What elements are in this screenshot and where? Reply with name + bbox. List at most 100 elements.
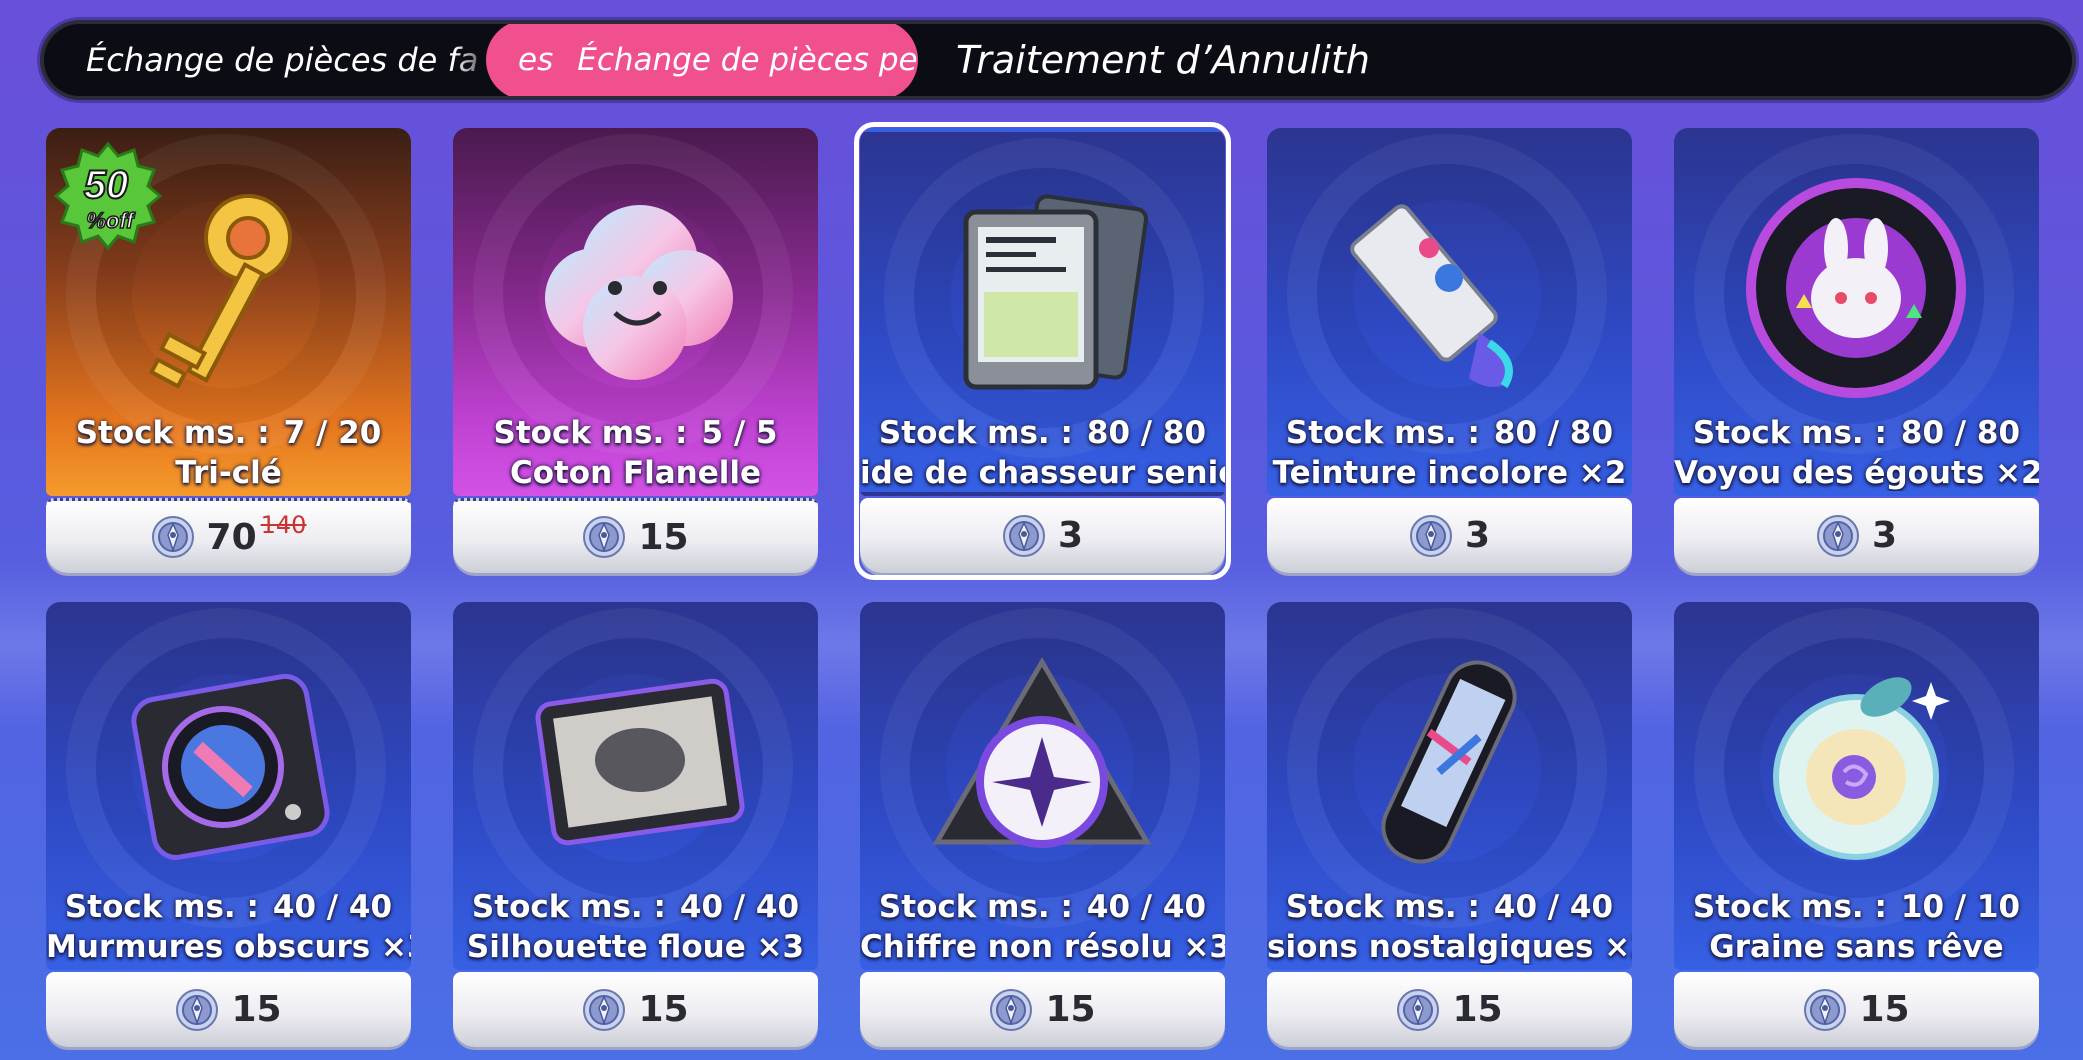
stock-prefix: Stock ms. :: [64, 889, 259, 925]
currency-coin-icon: [989, 988, 1033, 1032]
currency-coin-icon: [1396, 988, 1440, 1032]
stock-count: 40 / 40: [1086, 889, 1207, 925]
currency-coin-icon: [1409, 514, 1453, 558]
stock-label: Stock ms. : 80 / 80: [1674, 415, 2039, 451]
stock-count: 80 / 80: [1900, 415, 2021, 451]
currency-coin-icon: [1002, 514, 1046, 558]
item-name: Voyou des égouts ×2: [1674, 455, 2039, 491]
stock-prefix: Stock ms. :: [75, 415, 270, 451]
item-name: ide de chasseur senior: [860, 455, 1225, 491]
tab-label-tail: es: [518, 42, 554, 78]
tab-label: Traitement d’Annulith: [956, 38, 1371, 82]
tab-exchange-fa[interactable]: Échange de pièces de fa: [86, 24, 496, 96]
stock-label: Stock ms. : 5 / 5: [453, 415, 818, 451]
stock-label: Stock ms. : 40 / 40: [453, 889, 818, 925]
tab-label: Échange de pièces de fa: [86, 41, 479, 79]
paint-tube-icon: [1329, 168, 1569, 408]
currency-coin-icon: [582, 988, 626, 1032]
stock-count: 40 / 40: [1493, 889, 1614, 925]
shop-item-card[interactable]: Stock ms. : 5 / 5 Coton Flanelle 15: [453, 128, 818, 573]
stock-label: Stock ms. : 80 / 80: [1267, 415, 1632, 451]
price-value: 15: [1859, 989, 1910, 1030]
currency-coin-icon: [1803, 988, 1847, 1032]
tab-fragment-left[interactable]: [44, 24, 72, 96]
item-name: Tri-clé: [175, 455, 282, 491]
tab-label: Échange de pièces pers: [577, 42, 918, 78]
currency-coin-icon: [1816, 514, 1860, 558]
stock-count: 5 / 5: [701, 415, 778, 451]
item-name: Graine sans rêve: [1709, 929, 2004, 965]
price-value: 15: [231, 989, 282, 1030]
price-button[interactable]: 70 140: [46, 498, 411, 573]
stock-prefix: Stock ms. :: [471, 889, 666, 925]
shop-item-card[interactable]: Stock ms. : 40 / 40 Silhouette floue ×3 15: [453, 602, 818, 1047]
stock-prefix: Stock ms. :: [878, 415, 1073, 451]
price-button[interactable]: 15: [453, 498, 818, 573]
price-button[interactable]: 15: [453, 972, 818, 1047]
stock-prefix: Stock ms. :: [1285, 415, 1480, 451]
tablet-photo-icon: [515, 642, 755, 882]
shop-item-card[interactable]: Stock ms. :40 / 40 Chiffre non résolu ×3 …: [860, 602, 1225, 1047]
item-name: Chiffre non résolu ×3: [860, 929, 1225, 965]
stock-prefix: Stock ms. :: [493, 415, 688, 451]
stock-prefix: Stock ms. :: [878, 889, 1073, 925]
badge-unit: %off: [86, 208, 136, 233]
currency-coin-icon: [582, 515, 626, 559]
stock-count: 7 / 20: [283, 415, 382, 451]
price-button[interactable]: 15: [46, 972, 411, 1047]
item-name: Murmures obscurs ×3: [46, 929, 411, 965]
price-button[interactable]: 15: [1267, 972, 1632, 1047]
cipher-disc-icon: [922, 642, 1162, 882]
cloud-plush-icon: [515, 168, 755, 408]
badge-value: 50: [84, 163, 129, 207]
price-button[interactable]: 15: [1674, 972, 2039, 1047]
stock-label: Stock ms. : 40 / 40: [46, 889, 411, 925]
price-value: 3: [1057, 515, 1084, 556]
price-button[interactable]: 3: [1674, 498, 2039, 573]
tab-annulith-processing[interactable]: Traitement d’Annulith: [956, 24, 1376, 96]
stock-label: Stock ms. : 10 / 10: [1674, 889, 2039, 925]
stock-label: Stock ms. : 40 / 40: [1267, 889, 1632, 925]
stock-prefix: Stock ms. :: [1285, 889, 1480, 925]
stock-label: Stock ms. : 7 / 20: [46, 415, 411, 451]
item-name: sions nostalgiques ×3: [1267, 929, 1632, 965]
discount-badge: 50 %off: [53, 141, 163, 251]
stock-count: 40 / 40: [679, 889, 800, 925]
original-price: 140: [260, 511, 307, 539]
price-value: 15: [638, 516, 689, 558]
shop-item-card[interactable]: Stock ms. : 10 / 10 Graine sans rêve 15: [1674, 602, 2039, 1047]
stock-count: 80 / 80: [1086, 415, 1207, 451]
price-button[interactable]: 15: [860, 972, 1225, 1047]
stock-count: 80 / 80: [1493, 415, 1614, 451]
stock-count: 10 / 10: [1900, 889, 2021, 925]
film-scroll-icon: [1329, 642, 1569, 882]
stock-prefix: Stock ms. :: [1692, 415, 1887, 451]
price-value: 15: [1452, 989, 1503, 1030]
tab-exchange-pers-active[interactable]: es Échange de pièces pers: [486, 24, 918, 96]
shop-item-card[interactable]: Stock ms. : 7 / 20 Tri-clé 70 140 50 %off: [46, 128, 411, 573]
price-button[interactable]: 3: [860, 498, 1225, 573]
price-value: 70: [206, 516, 257, 558]
shop-tab-bar: Échange de pièces de fa es Échange de pi…: [40, 20, 2076, 100]
dream-seed-icon: [1736, 642, 1976, 882]
stock-label: Stock ms. : 40 / 40: [860, 889, 1225, 925]
item-name: Silhouette floue ×3: [466, 929, 805, 965]
hunter-guide-card-icon: [926, 172, 1166, 412]
shop-item-card[interactable]: Stock ms. : 80 / 80 Voyou des égouts ×2 3: [1674, 128, 2039, 573]
stock-count: 40 / 40: [272, 889, 393, 925]
currency-coin-icon: [151, 515, 195, 559]
stock-label: Stock ms. : 80 / 80: [860, 415, 1225, 451]
price-value: 3: [1464, 515, 1491, 556]
price-value: 15: [638, 989, 689, 1030]
item-name: Teinture incolore ×2: [1272, 455, 1627, 491]
shop-item-card[interactable]: Stock ms. : 80 / 80 ide de chasseur senior…: [854, 122, 1231, 580]
camera-device-icon: [108, 642, 348, 882]
price-value: 15: [1045, 989, 1096, 1030]
price-button[interactable]: 3: [1267, 498, 1632, 573]
price-value: 3: [1871, 515, 1898, 556]
item-name: Coton Flanelle: [509, 455, 762, 491]
shop-item-card[interactable]: Stock ms. : 80 / 80 Teinture incolore ×2 3: [1267, 128, 1632, 573]
shop-item-card[interactable]: Stock ms. : 40 / 40 Murmures obscurs ×3 15: [46, 602, 411, 1047]
rabbit-badge-icon: [1736, 168, 1976, 408]
shop-item-card[interactable]: Stock ms. :40 / 40 sions nostalgiques ×3 …: [1267, 602, 1632, 1047]
